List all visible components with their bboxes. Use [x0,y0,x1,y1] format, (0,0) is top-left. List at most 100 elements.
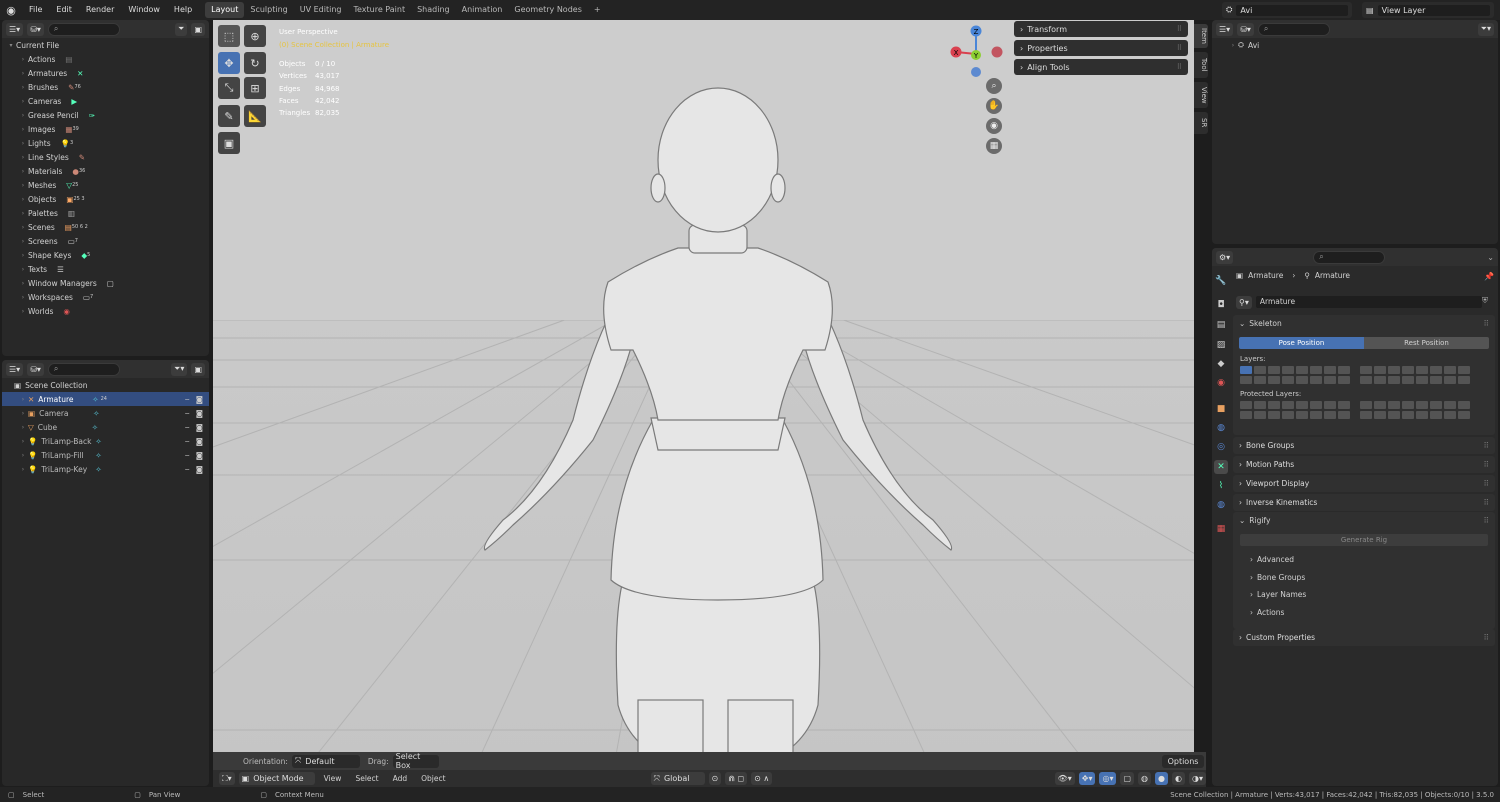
layer-toggle[interactable] [1254,376,1266,384]
layer-toggle[interactable] [1430,411,1442,419]
visibility-eye-icon[interactable]: ⌣ [185,408,190,418]
editor-type-button[interactable]: ☰▾ [1216,22,1234,36]
custom-properties-section[interactable]: › Custom Properties ⠿ [1233,629,1495,646]
layer-toggle[interactable] [1388,411,1400,419]
drag-handle-icon[interactable]: ⠿ [1177,63,1182,71]
editor-type-button[interactable]: ☰▾ [6,362,24,376]
generate-rig-button[interactable]: Generate Rig [1240,534,1488,546]
layer-toggle[interactable] [1458,401,1470,409]
expand-arrow-icon[interactable]: › [18,308,28,315]
select-box-tool[interactable]: ⬚ [218,25,240,47]
search-input[interactable]: ⌕ [47,22,120,36]
modifier-tab-icon[interactable]: ◍ [1214,421,1228,435]
render-tab-icon[interactable]: ◘ [1214,298,1228,312]
layer-toggle[interactable] [1402,411,1414,419]
layer-toggle[interactable] [1338,401,1350,409]
layer-toggle[interactable] [1444,411,1456,419]
layer-toggle[interactable] [1416,411,1428,419]
outliner-row-grease-pencil[interactable]: › Grease Pencil ✑ [2,108,209,122]
layer-toggle[interactable] [1324,401,1336,409]
move-tool[interactable]: ✥ [218,52,240,74]
expand-arrow-icon[interactable]: › [18,154,28,161]
scene-row-armature[interactable]: › ✕ Armature ✧ 24 ⌣ ◙ [2,392,209,406]
section-viewport-display[interactable]: › Viewport Display ⠿ [1233,475,1495,492]
layer-toggle[interactable] [1430,376,1442,384]
layer-toggle[interactable] [1360,376,1372,384]
layer-toggle[interactable] [1268,376,1280,384]
render-camera-icon[interactable]: ◙ [196,423,203,432]
proportional-edit-icon[interactable]: ⊙ ∧ [751,772,773,785]
editor-type-button[interactable]: ☰▾ [6,22,24,36]
layer-toggle[interactable] [1338,366,1350,374]
expand-arrow-icon[interactable]: › [18,238,28,245]
outliner-row-workspaces[interactable]: › Workspaces ▭ 7 [2,290,209,304]
gizmo-toggle-icon[interactable]: ✥▾ [1078,772,1096,785]
search-input[interactable]: ⌕ [1257,22,1330,36]
bone-constraint-tab-icon[interactable]: ◍ [1214,498,1228,512]
layer-toggle[interactable] [1324,376,1336,384]
view-layer-selector[interactable]: ▤ View Layer [1362,2,1494,18]
outliner-row-screens[interactable]: › Screens ▭ 7 [2,234,209,248]
outliner-row-window-managers[interactable]: › Window Managers ▢ [2,276,209,290]
visibility-eye-icon[interactable]: ⌣ [185,422,190,432]
scene-tab-icon[interactable]: ◆ [1214,357,1228,371]
display-mode-button[interactable]: ⛁▾ [27,362,44,376]
layer-toggle[interactable] [1240,366,1252,374]
mode-dropdown[interactable]: ▣ Object Mode [238,772,315,785]
filter-button[interactable]: ⏷▾ [1477,22,1494,36]
perspective-grid-icon[interactable]: ▦ [986,138,1002,154]
expand-arrow-icon[interactable]: › [18,98,28,105]
menu-view[interactable]: View [319,774,347,783]
layer-toggle[interactable] [1360,401,1372,409]
options-button[interactable]: Options [1162,754,1204,768]
expand-arrow-icon[interactable]: › [18,466,28,473]
skeleton-header[interactable]: ⌄ Skeleton ⠿ [1233,315,1495,332]
tab-sr[interactable]: SR [1194,112,1208,134]
layer-toggle[interactable] [1296,411,1308,419]
visibility-eye-icon[interactable]: ⌣ [185,394,190,404]
expand-arrow-icon[interactable]: ▾ [6,42,16,49]
layer-toggle[interactable] [1430,366,1442,374]
layer-toggle[interactable] [1282,366,1294,374]
menu-edit[interactable]: Edit [49,0,79,20]
tab-item[interactable]: Item [1194,24,1208,48]
scene-row-trilamp-fill[interactable]: › 💡 TriLamp-Fill ✧ ⌣ ◙ [2,448,209,462]
outliner-row-brushes[interactable]: › Brushes ✎ 76 [2,80,209,94]
rotate-tool[interactable]: ↻ [244,52,266,74]
editor-type-button[interactable]: ⚙▾ [1216,250,1234,264]
expand-arrow-icon[interactable]: › [18,70,28,77]
layer-toggle[interactable] [1416,366,1428,374]
layer-toggle[interactable] [1388,366,1400,374]
solid-shading-icon[interactable]: ● [1155,772,1169,785]
layer-toggle[interactable] [1282,376,1294,384]
rigify-sub-bone-groups[interactable]: › Bone Groups [1233,569,1495,587]
layer-toggle[interactable] [1402,401,1414,409]
outliner-row-palettes[interactable]: › Palettes ▥ [2,206,209,220]
tab-texture-paint[interactable]: Texture Paint [347,2,411,18]
display-mode-button[interactable]: ⛁▾ [27,22,44,36]
armature-data-icon[interactable]: ⚲▾ [1236,295,1252,309]
render-camera-icon[interactable]: ◙ [196,409,203,418]
transform-orientation-dropdown[interactable]: ⤧ Global [650,772,705,785]
outliner-row-worlds[interactable]: › Worlds ◉ [2,304,209,318]
pose-position-button[interactable]: Pose Position [1239,337,1364,349]
overlay-toggle-icon[interactable]: ◎▾ [1099,772,1117,785]
pivot-icon[interactable]: ⊙ [708,772,722,785]
outliner-row-lights[interactable]: › Lights 💡 3 [2,136,209,150]
layer-toggle[interactable] [1240,411,1252,419]
layer-toggle[interactable] [1338,411,1350,419]
layer-toggle[interactable] [1374,411,1386,419]
add-cube-tool[interactable]: ▣ [218,132,240,154]
rest-position-button[interactable]: Rest Position [1364,337,1489,349]
layer-toggle[interactable] [1374,366,1386,374]
expand-arrow-icon[interactable]: › [18,424,28,431]
expand-arrow-icon[interactable]: › [18,266,28,273]
layer-toggle[interactable] [1296,376,1308,384]
new-collection-button[interactable]: ▣ [191,362,205,376]
cursor-tool[interactable]: ⊕ [244,25,266,47]
menu-render[interactable]: Render [79,0,121,20]
expand-arrow-icon[interactable]: › [18,410,28,417]
properties-panel[interactable]: › Properties ⠿ [1014,40,1188,56]
scene-row-trilamp-key[interactable]: › 💡 TriLamp-Key ✧ ⌣ ◙ [2,462,209,476]
drag-handle-icon[interactable]: ⠿ [1484,460,1490,469]
